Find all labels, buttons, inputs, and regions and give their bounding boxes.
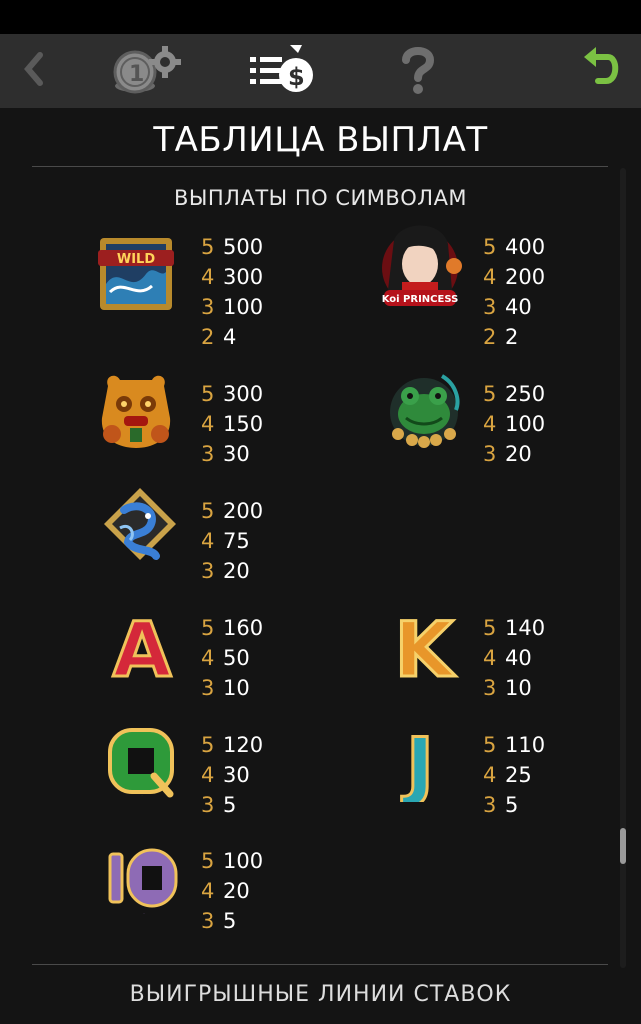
payout-row: 5 200 (201, 499, 264, 523)
payout-row: 4 30 (201, 763, 250, 787)
wild-payouts: 5 500 4 300 3 100 24 (201, 232, 263, 352)
payout-row: 5 120 (201, 733, 264, 757)
paytable-panel: ТАБЛИЦА ВЫПЛАТ ВЫПЛАТЫ ПО СИМВОЛАМ WILD … (0, 108, 641, 1024)
svg-text:K: K (395, 606, 457, 686)
bet-settings-icon: 1 (109, 42, 187, 100)
payout-row: 4 20 (201, 879, 250, 903)
paytable-icon: $ (246, 41, 316, 101)
back-button[interactable] (8, 42, 58, 100)
letter-a-icon: A (111, 606, 173, 686)
help-icon (398, 44, 438, 98)
payout-row: 4 40 (483, 646, 532, 670)
payout-row: 4 25 (483, 763, 532, 787)
bet-settings-button[interactable]: 1 (108, 42, 188, 100)
payout-row: 5 250 (483, 382, 546, 406)
payout-row: 3 10 (483, 676, 532, 700)
payout-row: 35 (201, 793, 237, 817)
page-title: ТАБЛИЦА ВЫПЛАТ (153, 120, 488, 160)
jade-frog-payouts: 5 250 4 100 3 20 (483, 379, 545, 469)
letter-k-payouts: 5 140 4 40 3 10 (483, 613, 545, 703)
payout-row: 4 200 (483, 265, 546, 289)
payout-row: 3 20 (201, 559, 250, 583)
svg-text:A: A (113, 606, 172, 686)
return-button[interactable] (572, 42, 632, 100)
help-button[interactable] (388, 42, 448, 100)
payout-row: 3 30 (201, 442, 250, 466)
payout-row: 5 300 (201, 382, 264, 406)
title-divider (32, 166, 608, 167)
golden-dragon-icon (101, 375, 171, 448)
payout-row: 3 100 (201, 295, 264, 319)
jade-frog-icon (390, 374, 460, 448)
svg-text:Q: Q (142, 795, 143, 797)
letter-q-payouts: 5 120 4 30 35 (201, 730, 263, 820)
section-divider (32, 964, 608, 965)
payout-row: 5 500 (201, 235, 264, 259)
svg-text:Koi PRINCESS: Koi PRINCESS (382, 294, 459, 305)
payout-row: 5 100 (201, 849, 264, 873)
payout-row: 4 50 (201, 646, 250, 670)
next-section-heading: ВЫИГРЫШНЫЕ ЛИНИИ СТАВОК (129, 982, 512, 1007)
svg-text:10: 10 (143, 913, 145, 915)
blue-koi-icon (104, 488, 176, 560)
svg-text:$: $ (288, 63, 305, 91)
payout-row: 5 110 (483, 733, 546, 757)
payout-row: 35 (483, 793, 519, 817)
ten-payouts: 5 100 4 20 35 (201, 846, 263, 936)
payout-row: 22 (483, 325, 519, 349)
svg-text:1: 1 (129, 62, 144, 87)
payout-row: 5 140 (483, 616, 546, 640)
payout-row: 4 75 (201, 529, 250, 553)
return-icon (580, 47, 624, 95)
koi-princess-payouts: 5 400 4 200 3 40 22 (483, 232, 545, 352)
blue-koi-payouts: 5 200 4 75 3 20 (201, 496, 263, 586)
svg-text:J: J (401, 722, 434, 802)
paytable-button[interactable]: $ (244, 42, 318, 100)
wild-wave-icon: WILD (98, 238, 174, 310)
letter-k-icon: K (393, 606, 458, 686)
payout-row: 5 400 (483, 235, 546, 259)
letter-j-payouts: 5 110 4 25 35 (483, 730, 545, 820)
section-subtitle: ВЫПЛАТЫ ПО СИМВОЛАМ (173, 186, 468, 210)
svg-text:WILD: WILD (117, 252, 155, 267)
top-toolbar: 1 $ (0, 34, 641, 108)
ten-icon: 10 (108, 848, 178, 915)
scrollbar-thumb[interactable] (620, 828, 626, 864)
back-icon (20, 49, 46, 93)
status-bar (0, 0, 641, 34)
letter-j-icon: J (399, 722, 435, 802)
golden-dragon-payouts: 5 300 4 150 3 30 (201, 379, 263, 469)
payout-row: 35 (201, 909, 237, 933)
letter-q-icon: Q (108, 728, 174, 798)
payout-row: 24 (201, 325, 237, 349)
payout-row: 3 20 (483, 442, 532, 466)
payout-row: 4 300 (201, 265, 264, 289)
payout-row: 4 100 (483, 412, 546, 436)
payout-row: 4 150 (201, 412, 264, 436)
koi-princess-icon: Koi PRINCESS (382, 225, 462, 306)
payout-row: 3 40 (483, 295, 532, 319)
payout-row: 5 160 (201, 616, 264, 640)
payout-row: 3 10 (201, 676, 250, 700)
letter-a-payouts: 5 160 4 50 3 10 (201, 613, 263, 703)
